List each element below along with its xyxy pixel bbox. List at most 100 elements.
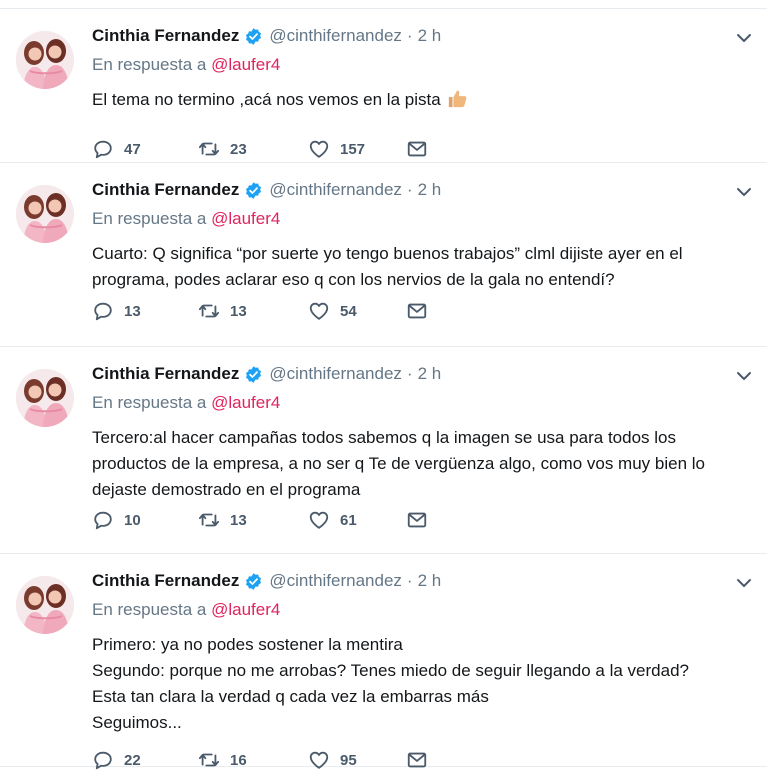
author-name[interactable]: Cinthia Fernandez (92, 364, 239, 384)
reply-icon (92, 300, 114, 322)
tweet-header: Cinthia Fernandez @cinthifernandez · 2 h (92, 568, 441, 594)
retweet-button[interactable]: 13 (198, 300, 308, 322)
avatar[interactable] (16, 31, 74, 89)
timestamp[interactable]: 2 h (418, 26, 442, 46)
author-name[interactable]: Cinthia Fernandez (92, 26, 239, 46)
tweet-text-line: Cuarto: Q significa “por suerte yo tengo… (92, 244, 683, 263)
tweet-text-line: Esta tan clara la verdad q cada vez la e… (92, 687, 489, 706)
like-button[interactable]: 61 (308, 509, 406, 531)
retweet-icon (198, 138, 220, 160)
thumbs-up-icon (447, 87, 469, 109)
author-handle[interactable]: @cinthifernandez (269, 571, 402, 591)
tweet-feed: Cinthia Fernandez @cinthifernandez · 2 h… (0, 9, 767, 767)
direct-message-icon (406, 300, 428, 322)
tweet-text-line: dejaste demostrado en el programa (92, 480, 361, 499)
retweet-button[interactable]: 13 (198, 509, 308, 531)
retweet-count: 13 (230, 511, 247, 529)
verified-badge-icon (244, 572, 263, 591)
separator: · (406, 26, 413, 45)
reply-context: En respuesta a @laufer4 (92, 55, 280, 75)
reply-button[interactable]: 10 (92, 509, 198, 531)
reply-prefix: En respuesta a (92, 600, 207, 619)
tweet[interactable]: Cinthia Fernandez @cinthifernandez · 2 h… (0, 347, 767, 554)
chevron-down-icon[interactable] (735, 185, 753, 199)
retweet-count: 23 (230, 140, 247, 158)
direct-message-button[interactable] (406, 749, 428, 771)
tweet-text-line: El tema no termino ,acá nos vemos en la … (92, 87, 742, 113)
tweet-text-line: Tercero:al hacer campañas todos sabemos … (92, 428, 676, 447)
chevron-down-icon[interactable] (735, 576, 753, 590)
mention-link[interactable]: @laufer4 (211, 393, 280, 412)
tweet-actions: 22 16 95 (92, 748, 428, 772)
reply-button[interactable]: 13 (92, 300, 198, 322)
mention-link[interactable]: @laufer4 (211, 55, 280, 74)
like-icon (308, 300, 330, 322)
chevron-down-icon[interactable] (735, 369, 753, 383)
tweet-text: El tema no termino ,acá nos vemos en la … (92, 87, 742, 113)
reply-context: En respuesta a @laufer4 (92, 600, 280, 620)
like-icon (308, 749, 330, 771)
direct-message-button[interactable] (406, 300, 428, 322)
reply-count: 10 (124, 511, 141, 529)
tweet-actions: 13 13 54 (92, 299, 428, 323)
tweet-actions: 10 13 61 (92, 508, 428, 532)
chevron-down-icon[interactable] (735, 31, 753, 45)
direct-message-button[interactable] (406, 138, 428, 160)
timestamp[interactable]: 2 h (418, 571, 442, 591)
mention-link[interactable]: @laufer4 (211, 209, 280, 228)
reply-icon (92, 749, 114, 771)
tweet-text-line: Primero: ya no podes sostener la mentira (92, 635, 403, 654)
separator: · (406, 364, 413, 383)
like-count: 61 (340, 511, 357, 529)
tweet-header: Cinthia Fernandez @cinthifernandez · 2 h (92, 177, 441, 203)
like-button[interactable]: 95 (308, 749, 406, 771)
tweet[interactable]: Cinthia Fernandez @cinthifernandez · 2 h… (0, 163, 767, 347)
like-button[interactable]: 54 (308, 300, 406, 322)
author-name[interactable]: Cinthia Fernandez (92, 571, 239, 591)
retweet-count: 16 (230, 751, 247, 769)
tweet-header: Cinthia Fernandez @cinthifernandez · 2 h (92, 361, 441, 387)
timestamp[interactable]: 2 h (418, 180, 442, 200)
reply-button[interactable]: 47 (92, 138, 198, 160)
retweet-button[interactable]: 23 (198, 138, 308, 160)
tweet-actions: 47 23 157 (92, 137, 428, 161)
reply-count: 13 (124, 302, 141, 320)
direct-message-icon (406, 138, 428, 160)
tweet-text: Tercero:al hacer campañas todos sabemos … (92, 425, 742, 503)
reply-icon (92, 509, 114, 531)
like-count: 157 (340, 140, 366, 158)
direct-message-icon (406, 749, 428, 771)
retweet-icon (198, 300, 220, 322)
reply-context: En respuesta a @laufer4 (92, 209, 280, 229)
reply-prefix: En respuesta a (92, 393, 207, 412)
tweet[interactable]: Cinthia Fernandez @cinthifernandez · 2 h… (0, 554, 767, 767)
direct-message-icon (406, 509, 428, 531)
reply-count: 22 (124, 751, 141, 769)
avatar[interactable] (16, 369, 74, 427)
author-handle[interactable]: @cinthifernandez (269, 364, 402, 384)
tweet-text: Primero: ya no podes sostener la mentira… (92, 632, 742, 736)
like-button[interactable]: 157 (308, 138, 406, 160)
author-handle[interactable]: @cinthifernandez (269, 180, 402, 200)
mention-link[interactable]: @laufer4 (211, 600, 280, 619)
direct-message-button[interactable] (406, 509, 428, 531)
timestamp[interactable]: 2 h (418, 364, 442, 384)
reply-icon (92, 138, 114, 160)
avatar[interactable] (16, 576, 74, 634)
reply-count: 47 (124, 140, 141, 158)
like-count: 95 (340, 751, 357, 769)
avatar[interactable] (16, 185, 74, 243)
retweet-button[interactable]: 16 (198, 749, 308, 771)
verified-badge-icon (244, 27, 263, 46)
verified-badge-icon (244, 365, 263, 384)
separator: · (406, 180, 413, 199)
tweet[interactable]: Cinthia Fernandez @cinthifernandez · 2 h… (0, 9, 767, 163)
author-handle[interactable]: @cinthifernandez (269, 26, 402, 46)
like-icon (308, 138, 330, 160)
reply-button[interactable]: 22 (92, 749, 198, 771)
author-name[interactable]: Cinthia Fernandez (92, 180, 239, 200)
tweet-text: Cuarto: Q significa “por suerte yo tengo… (92, 241, 742, 293)
retweet-count: 13 (230, 302, 247, 320)
like-count: 54 (340, 302, 357, 320)
tweet-text-line: Seguimos... (92, 713, 182, 732)
